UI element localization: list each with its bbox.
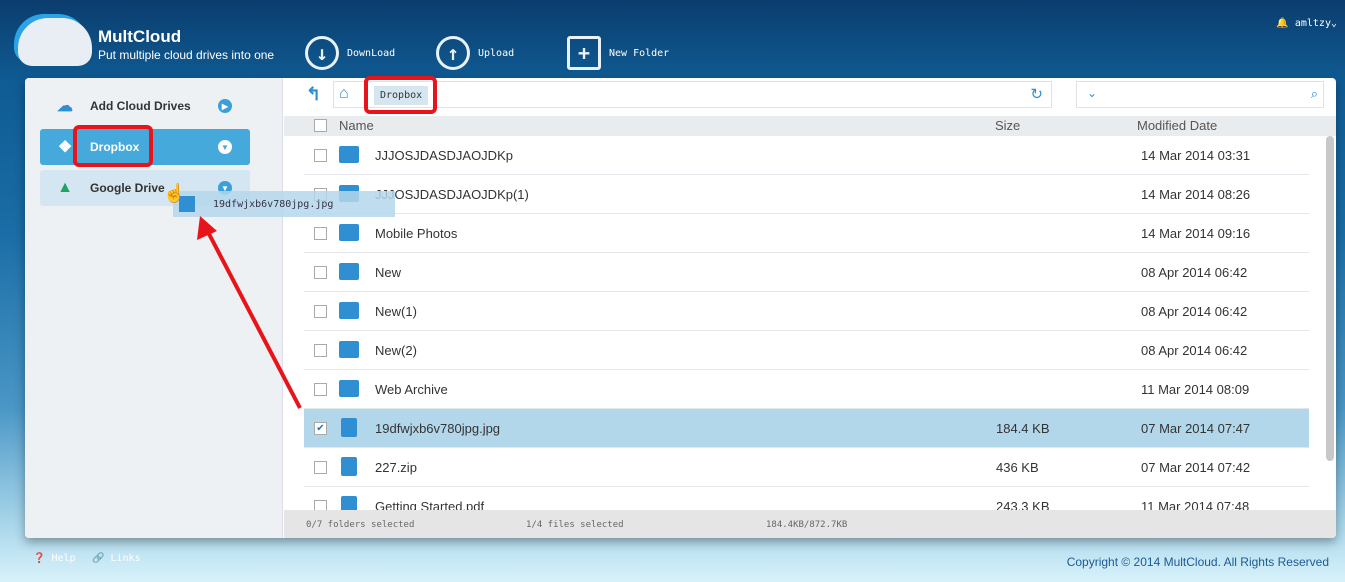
help-link[interactable]: ❓ Help <box>33 553 76 564</box>
link-icon: 🔗 <box>92 553 111 564</box>
links-link[interactable]: 🔗 Links <box>92 553 141 564</box>
drag-arrow <box>197 216 302 409</box>
copyright: Copyright © 2014 MultCloud. All Rights R… <box>1066 555 1329 569</box>
help-icon: ❓ <box>33 553 52 564</box>
help-label: Help <box>51 553 76 564</box>
links-label: Links <box>110 553 141 564</box>
